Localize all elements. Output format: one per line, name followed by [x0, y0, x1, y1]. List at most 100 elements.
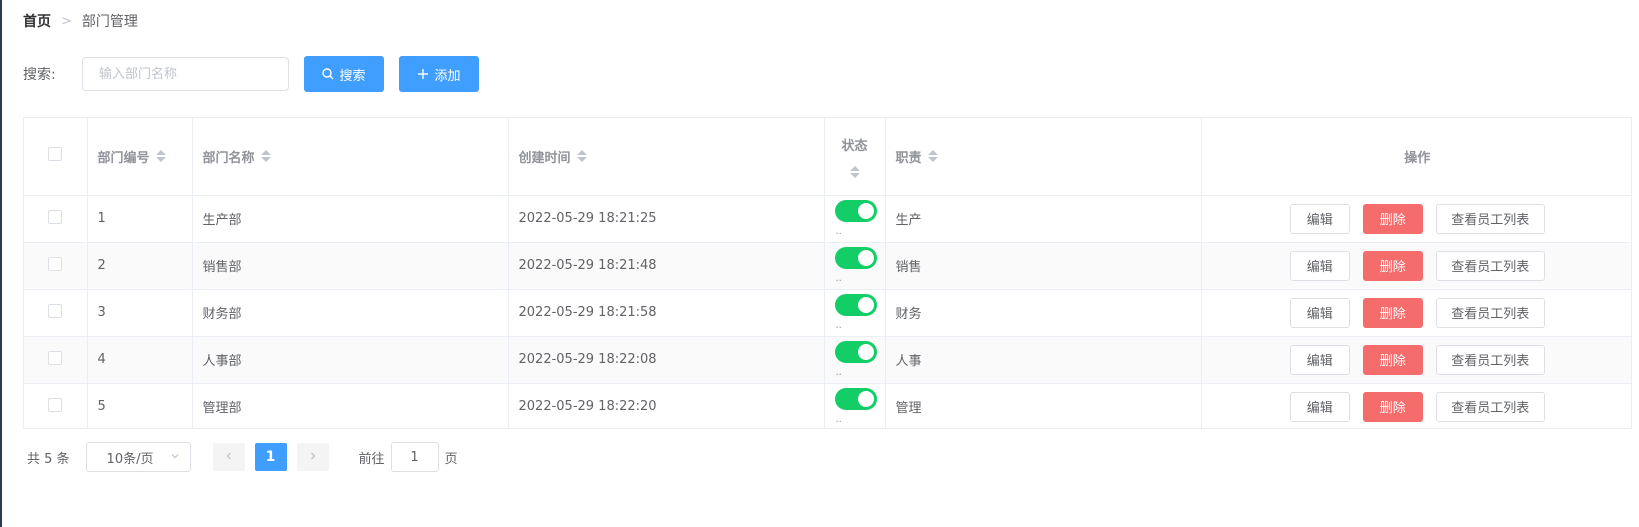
table-row: 1 生产部 2022-05-29 18:21:25 .. 生产 编辑 删除 查看… — [24, 195, 1631, 243]
header-select-all — [24, 118, 88, 196]
header-name-label: 部门名称 — [202, 150, 255, 166]
status-switch[interactable] — [834, 247, 877, 269]
edit-button[interactable]: 编辑 — [1289, 203, 1350, 234]
delete-button[interactable]: 删除 — [1362, 203, 1423, 234]
cell-status: .. — [824, 242, 886, 290]
sort-caret-icon[interactable] — [849, 165, 860, 178]
cell-created: 2022-05-29 18:21:58 — [508, 289, 825, 337]
view-employees-button[interactable]: 查看员工列表 — [1435, 391, 1545, 422]
edit-button[interactable]: 编辑 — [1289, 344, 1350, 375]
row-select-cell — [24, 242, 88, 290]
page-size-select[interactable]: 10条/页 — [85, 442, 191, 472]
header-id[interactable]: 部门编号 — [87, 118, 193, 196]
chevron-right-icon — [308, 449, 318, 465]
row-checkbox[interactable] — [48, 209, 63, 224]
cell-created: 2022-05-29 18:22:20 — [508, 383, 825, 428]
goto-suffix: 页 — [444, 451, 458, 467]
table-header-row: 部门编号 部门名称 创建时间 状态 职责 操作 — [24, 118, 1631, 196]
cell-duty: 销售 — [885, 242, 1202, 290]
header-actions: 操作 — [1201, 118, 1631, 196]
status-switch[interactable] — [834, 341, 877, 363]
header-duty-label: 职责 — [895, 150, 922, 166]
edit-button[interactable]: 编辑 — [1289, 391, 1350, 422]
view-employees-button[interactable]: 查看员工列表 — [1435, 250, 1545, 281]
department-name-input[interactable] — [82, 57, 289, 91]
add-button-label: 添加 — [434, 68, 461, 84]
page-number-button[interactable]: 1 — [254, 443, 287, 471]
cell-duty: 生产 — [885, 195, 1202, 243]
header-name[interactable]: 部门名称 — [192, 118, 509, 196]
row-select-cell — [24, 289, 88, 337]
status-switch[interactable] — [834, 294, 877, 316]
chevron-left-icon — [224, 449, 234, 465]
view-employees-button[interactable]: 查看员工列表 — [1435, 203, 1545, 234]
cell-created: 2022-05-29 18:21:25 — [508, 195, 825, 243]
sort-caret-icon[interactable] — [927, 150, 938, 163]
cell-status: .. — [824, 383, 886, 428]
cell-actions: 编辑 删除 查看员工列表 — [1201, 289, 1631, 337]
search-label: 搜索: — [23, 67, 56, 83]
chevron-down-icon — [170, 451, 180, 464]
prev-page-button[interactable] — [212, 443, 245, 471]
cell-status: .. — [824, 289, 886, 337]
breadcrumb-home[interactable]: 首页 — [23, 11, 51, 31]
search-button[interactable]: 搜索 — [304, 56, 384, 92]
cell-name: 财务部 — [192, 289, 509, 337]
cell-actions: 编辑 删除 查看员工列表 — [1201, 336, 1631, 384]
goto-page-input[interactable] — [390, 442, 439, 472]
status-switch[interactable] — [834, 388, 877, 410]
table-row: 3 财务部 2022-05-29 18:21:58 .. 财务 编辑 删除 查看… — [24, 289, 1631, 337]
cell-created: 2022-05-29 18:21:48 — [508, 242, 825, 290]
row-select-cell — [24, 336, 88, 384]
add-button[interactable]: 添加 — [399, 56, 479, 92]
edit-button[interactable]: 编辑 — [1289, 250, 1350, 281]
left-edge-border — [0, 0, 2, 527]
cell-status: .. — [824, 195, 886, 243]
breadcrumb: 首页 > 部门管理 — [23, 10, 138, 32]
table-row: 2 销售部 2022-05-29 18:21:48 .. 销售 编辑 删除 查看… — [24, 242, 1631, 290]
cell-actions: 编辑 删除 查看员工列表 — [1201, 242, 1631, 290]
goto-page: 前往 页 — [359, 442, 458, 472]
page-size-value: 10条/页 — [106, 451, 154, 467]
row-checkbox[interactable] — [48, 303, 63, 318]
header-duty[interactable]: 职责 — [885, 118, 1202, 196]
cell-id: 2 — [87, 242, 193, 290]
header-created-label: 创建时间 — [518, 150, 571, 166]
cell-actions: 编辑 删除 查看员工列表 — [1201, 383, 1631, 428]
next-page-button[interactable] — [296, 443, 329, 471]
table-row: 4 人事部 2022-05-29 18:22:08 .. 人事 编辑 删除 查看… — [24, 336, 1631, 384]
cell-created: 2022-05-29 18:22:08 — [508, 336, 825, 384]
view-employees-button[interactable]: 查看员工列表 — [1435, 344, 1545, 375]
row-checkbox[interactable] — [48, 256, 63, 271]
delete-button[interactable]: 删除 — [1362, 297, 1423, 328]
header-id-label: 部门编号 — [97, 150, 150, 166]
delete-button[interactable]: 删除 — [1362, 391, 1423, 422]
row-checkbox[interactable] — [48, 397, 63, 412]
cell-name: 生产部 — [192, 195, 509, 243]
delete-button[interactable]: 删除 — [1362, 250, 1423, 281]
search-bar: 搜索: 搜索 添加 — [23, 56, 479, 92]
pagination-total: 共 5 条 — [27, 451, 70, 467]
plus-icon — [417, 68, 429, 80]
view-employees-button[interactable]: 查看员工列表 — [1435, 297, 1545, 328]
cell-duty: 人事 — [885, 336, 1202, 384]
cell-name: 管理部 — [192, 383, 509, 428]
row-checkbox[interactable] — [48, 350, 63, 365]
cell-duty: 管理 — [885, 383, 1202, 428]
sort-caret-icon[interactable] — [260, 150, 271, 163]
header-created[interactable]: 创建时间 — [508, 118, 825, 196]
row-select-cell — [24, 195, 88, 243]
sort-caret-icon[interactable] — [576, 150, 587, 163]
cell-id: 4 — [87, 336, 193, 384]
cell-duty: 财务 — [885, 289, 1202, 337]
edit-button[interactable]: 编辑 — [1289, 297, 1350, 328]
status-switch[interactable] — [834, 200, 877, 222]
select-all-checkbox[interactable] — [48, 147, 63, 162]
cell-actions: 编辑 删除 查看员工列表 — [1201, 195, 1631, 243]
sort-caret-icon[interactable] — [155, 150, 166, 163]
cell-id: 1 — [87, 195, 193, 243]
delete-button[interactable]: 删除 — [1362, 344, 1423, 375]
department-table: 部门编号 部门名称 创建时间 状态 职责 操作 1 生产部 2022-05-29… — [23, 117, 1632, 429]
header-status[interactable]: 状态 — [824, 118, 886, 196]
cell-id: 5 — [87, 383, 193, 428]
